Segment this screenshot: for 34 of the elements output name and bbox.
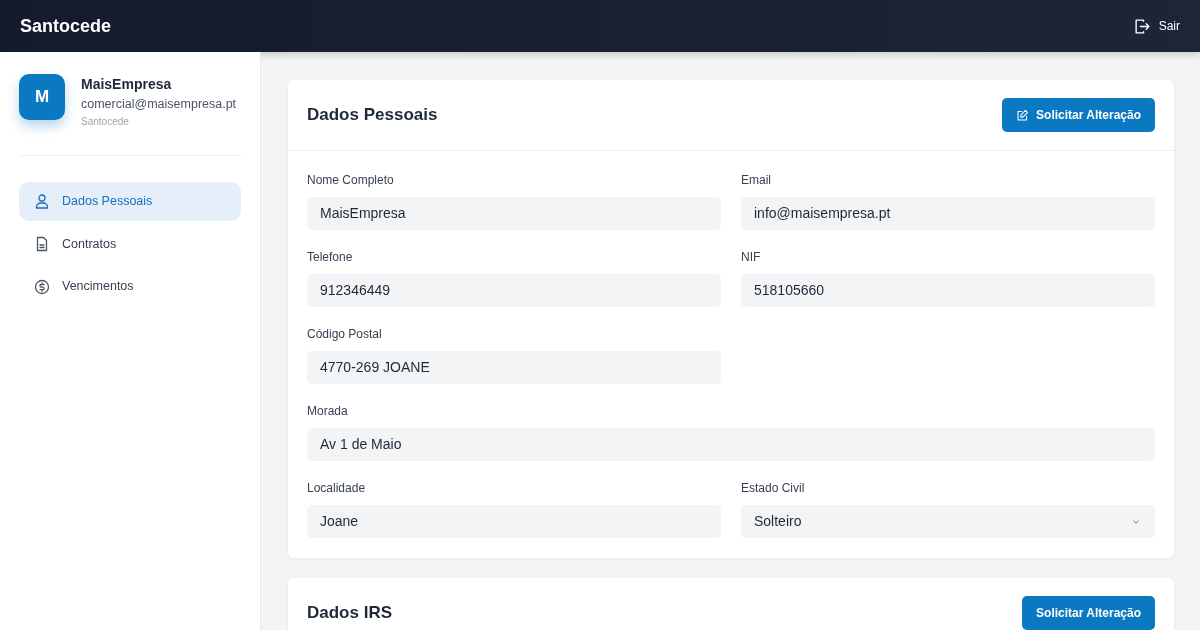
section-title: Dados Pessoais xyxy=(307,104,438,126)
field-label: Telefone xyxy=(307,249,354,266)
brand-name: Santocede xyxy=(20,14,112,38)
profile-email: comercial@maisempresa.pt xyxy=(81,96,237,113)
input-field[interactable]: Joane xyxy=(307,505,721,538)
company-name: Santocede xyxy=(81,114,130,129)
field-label: Localidade xyxy=(307,480,367,497)
avatar: M xyxy=(19,74,65,120)
logout-button[interactable]: Sair xyxy=(1133,17,1180,35)
select-field[interactable]: Solteiro xyxy=(741,505,1155,538)
field-label: Estado Civil xyxy=(741,480,806,497)
person-icon xyxy=(34,193,50,210)
document-icon xyxy=(34,235,50,252)
request-change-button[interactable]: Solicitar Alteração xyxy=(1022,596,1155,630)
sidebar-item[interactable]: Contratos xyxy=(19,224,241,264)
input-field[interactable]: Av 1 de Maio xyxy=(307,428,1155,461)
field-label: Nome Completo xyxy=(307,172,395,189)
input-field[interactable]: MaisEmpresa xyxy=(307,197,721,230)
dollar-icon xyxy=(34,278,50,295)
sidebar-item[interactable]: Vencimentos xyxy=(19,267,241,306)
field-label: Morada xyxy=(307,403,349,420)
input-field[interactable]: info@maisempresa.pt xyxy=(741,197,1155,230)
input-field[interactable]: 4770-269 JOANE xyxy=(307,351,721,384)
field-label: NIF xyxy=(741,249,762,266)
input-field[interactable]: 912346449 xyxy=(307,274,721,307)
field-label: Código Postal xyxy=(307,326,383,343)
field-label: Email xyxy=(741,172,772,189)
logout-icon xyxy=(1133,17,1151,35)
section-title: Dados IRS xyxy=(307,602,393,624)
input-field[interactable]: 518105660 xyxy=(741,274,1155,307)
request-change-button[interactable]: Solicitar Alteração xyxy=(1002,98,1155,132)
edit-icon xyxy=(1016,108,1030,122)
profile-name: MaisEmpresa xyxy=(81,75,173,94)
sidebar-item[interactable]: Dados Pessoais xyxy=(19,181,241,221)
